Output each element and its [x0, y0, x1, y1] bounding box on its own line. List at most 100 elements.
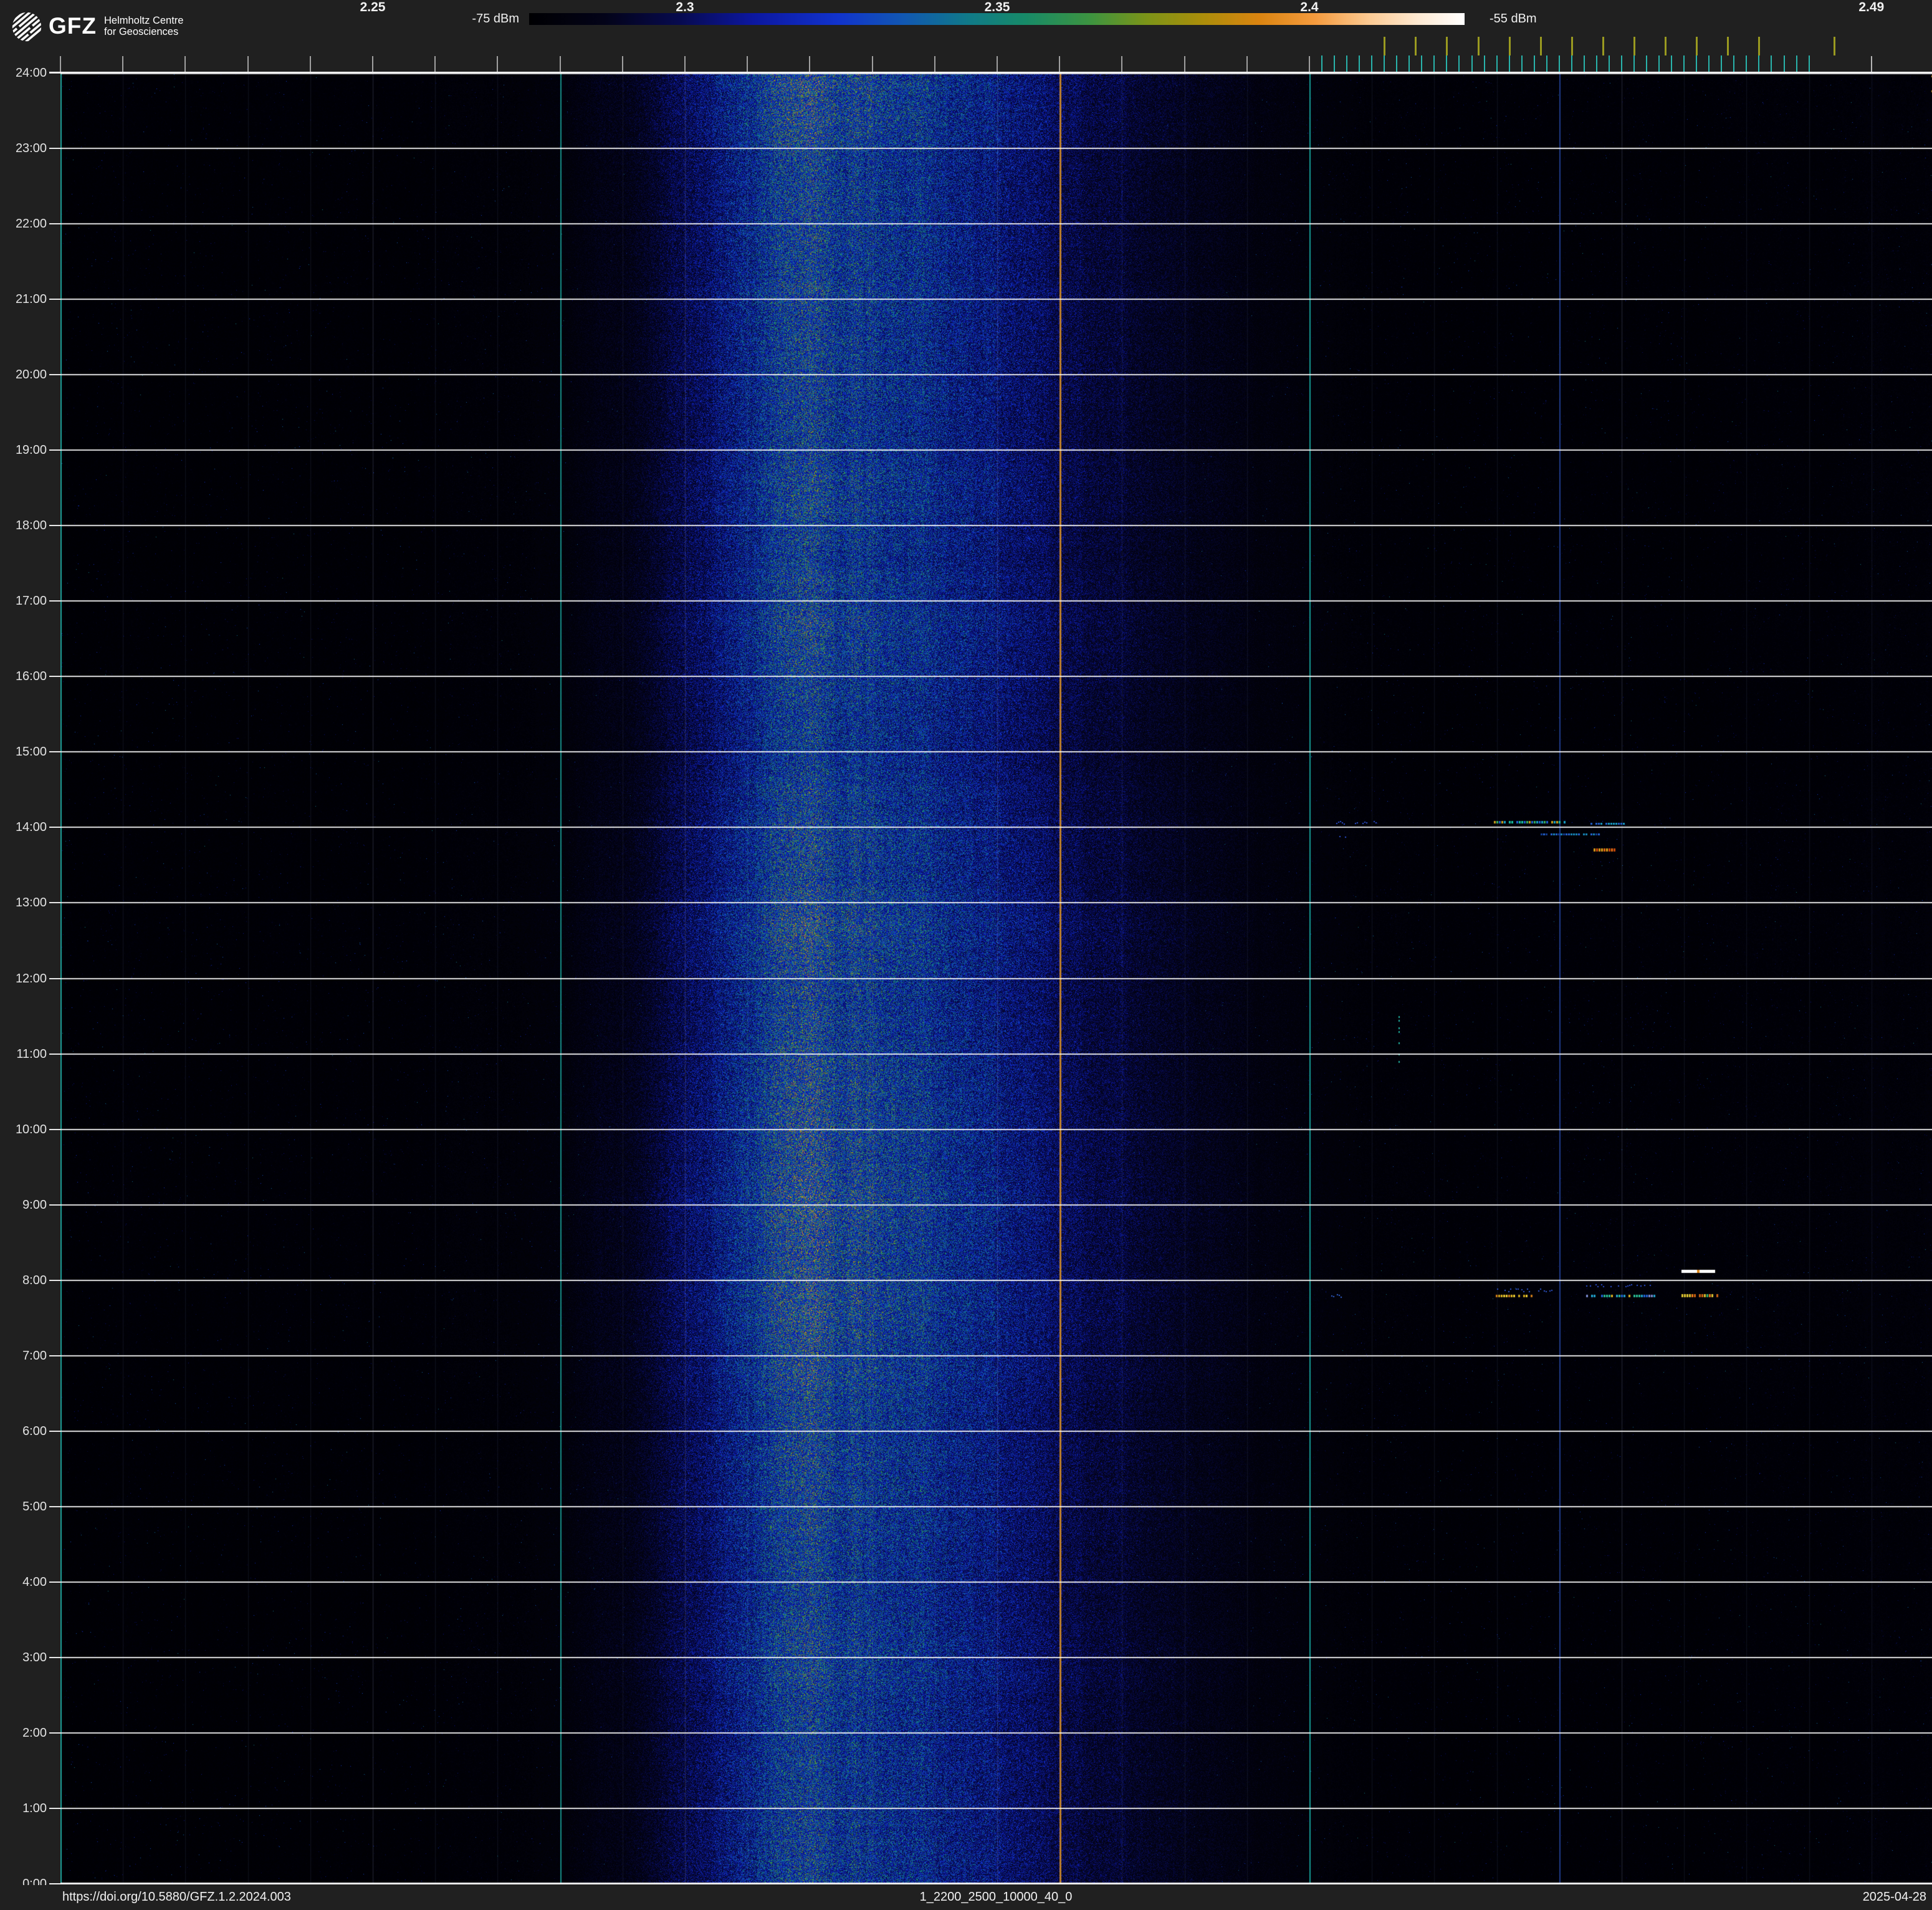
logo-acronym: GFZ [49, 13, 97, 39]
freq-minor-tick [60, 56, 61, 73]
freq-minor-tick [1246, 56, 1248, 73]
freq-minor-tick [309, 56, 311, 73]
freq-minor-tick [684, 56, 686, 73]
hour-label: 14:00 [15, 820, 47, 835]
ble-channel-tick [1533, 55, 1535, 72]
ble-channel-tick [1683, 55, 1685, 72]
ble-channel-tick [1646, 55, 1648, 72]
freq-minor-tick [621, 56, 623, 73]
hour-tick [49, 827, 60, 828]
hour-tick [49, 1430, 60, 1432]
hour-tick [49, 1656, 60, 1658]
hour-label: 4:00 [22, 1575, 47, 1589]
ble-channel-tick [1334, 55, 1336, 72]
hour-tick [49, 299, 60, 300]
wifi-channel-tick [1665, 37, 1667, 55]
doi-text: https://doi.org/10.5880/GFZ.1.2.2024.003 [62, 1890, 291, 1904]
ble-channel-tick [1696, 55, 1698, 72]
hour-label: 2:00 [22, 1725, 47, 1740]
ble-channel-tick [1508, 55, 1510, 72]
ble-channel-tick [1408, 55, 1410, 72]
logo-organization: Helmholtz Centre for Geosciences [104, 15, 184, 37]
ble-channel-tick [1733, 55, 1735, 72]
hour-label: 22:00 [15, 217, 47, 231]
wifi-channel-tick [1727, 37, 1729, 55]
hour-label: 18:00 [15, 519, 47, 533]
hour-label: 5:00 [22, 1499, 47, 1514]
ble-channel-tick [1384, 55, 1385, 72]
wifi-channel-tick [1477, 37, 1480, 55]
dataset-filename: 1_2200_2500_10000_40_0 [919, 1890, 1073, 1904]
ble-channel-tick [1758, 55, 1760, 72]
hour-tick [49, 1807, 60, 1809]
wifi-channel-tick [1833, 37, 1835, 55]
hour-tick [49, 148, 60, 150]
hour-tick [49, 1355, 60, 1356]
ble-channel-tick [1808, 55, 1810, 72]
ble-channel-tick [1496, 55, 1498, 72]
logo-org-line1: Helmholtz Centre [104, 15, 184, 26]
ble-channel-tick [1721, 55, 1723, 72]
hour-label: 3:00 [22, 1650, 47, 1664]
freq-minor-tick [1309, 56, 1310, 73]
freq-minor-tick [1059, 56, 1061, 73]
hour-tick [49, 1581, 60, 1583]
footer-bar: https://doi.org/10.5880/GFZ.1.2.2024.003… [0, 1885, 1932, 1910]
ble-channel-tick [1633, 55, 1635, 72]
freq-tick-label: 2.4 [1300, 0, 1319, 14]
ble-channel-tick [1371, 55, 1373, 72]
freq-tick-label: 2.3 [676, 0, 694, 14]
hour-tick [49, 1204, 60, 1206]
ble-channel-tick [1771, 55, 1772, 72]
ble-channel-tick [1346, 55, 1348, 72]
hour-label: 1:00 [22, 1801, 47, 1815]
freq-minor-tick [559, 56, 561, 73]
hour-tick [49, 374, 60, 376]
hour-label: 15:00 [15, 745, 47, 759]
wifi-channel-tick [1571, 37, 1573, 55]
ble-channel-tick [1396, 55, 1398, 72]
hour-label: 16:00 [15, 669, 47, 684]
hour-tick [49, 676, 60, 678]
ble-channel-tick [1458, 55, 1460, 72]
wifi-channel-tick [1633, 37, 1636, 55]
hour-label: 20:00 [15, 368, 47, 382]
hour-tick [49, 525, 60, 527]
header-bar: GFZ Helmholtz Centre for Geosciences -75… [0, 0, 1932, 73]
hour-label: 13:00 [15, 896, 47, 910]
freq-minor-tick [934, 56, 935, 73]
ble-channel-tick [1433, 55, 1435, 72]
hour-label: 23:00 [15, 142, 47, 156]
freq-minor-tick [1184, 56, 1185, 73]
freq-minor-tick [184, 56, 186, 73]
wifi-channel-tick [1696, 37, 1698, 55]
freq-minor-tick [434, 56, 436, 73]
ble-channel-tick [1708, 55, 1710, 72]
freq-minor-tick [122, 56, 124, 73]
freq-minor-tick [1121, 56, 1123, 73]
hour-label: 21:00 [15, 292, 47, 307]
gfz-logo-icon [12, 12, 42, 42]
date-label: 2025-04-28 [1862, 1890, 1926, 1904]
hour-tick [49, 751, 60, 753]
hour-label: 24:00 [15, 66, 47, 80]
spectrogram-page: { "header": { "logo": { "acronym": "GFZ"… [0, 0, 1932, 1910]
ble-channel-tick [1359, 55, 1361, 72]
ble-channel-tick [1471, 55, 1473, 72]
freq-minor-tick [997, 56, 998, 73]
ble-channel-tick [1546, 55, 1547, 72]
freq-tick-label: 2.35 [984, 0, 1010, 14]
freq-minor-tick [809, 56, 811, 73]
ble-channel-tick [1796, 55, 1797, 72]
hour-tick [49, 1128, 60, 1130]
ble-channel-tick [1658, 55, 1660, 72]
hour-tick [49, 600, 60, 602]
hour-tick [49, 1732, 60, 1734]
ble-channel-tick [1446, 55, 1448, 72]
ble-channel-tick [1783, 55, 1785, 72]
freq-minor-tick [372, 56, 373, 73]
hour-label: 10:00 [15, 1122, 47, 1136]
wifi-channel-tick [1602, 37, 1604, 55]
ble-channel-tick [1595, 55, 1597, 72]
ble-channel-tick [1671, 55, 1673, 72]
